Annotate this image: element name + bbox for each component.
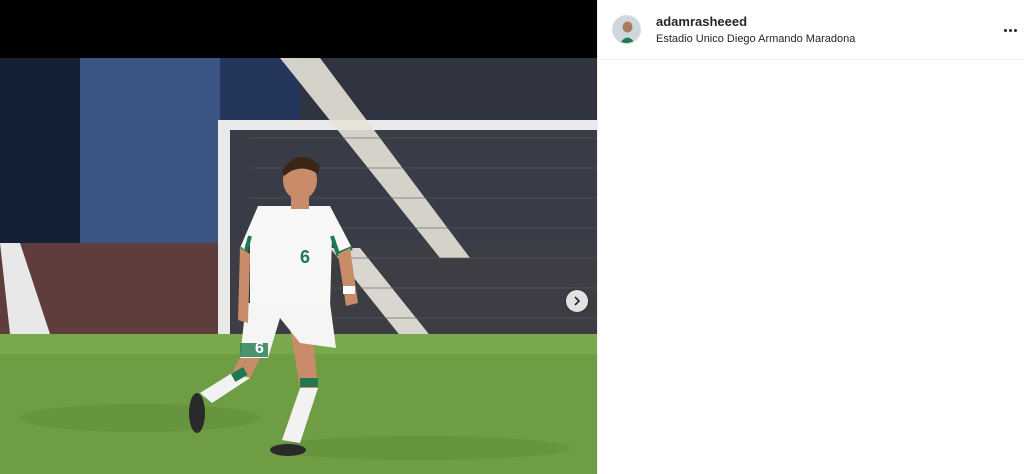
- post-header: adamrasheeed · Estadio Unico Diego Arman…: [598, 0, 1024, 60]
- shorts-number: 6: [255, 340, 264, 357]
- username-link[interactable]: adamrasheeed: [656, 14, 747, 29]
- header-separator: ·: [739, 14, 744, 29]
- avatar[interactable]: [612, 15, 641, 44]
- football-player-photo: 6 6: [0, 58, 597, 474]
- jersey-number: 6: [300, 247, 310, 267]
- chevron-right-icon: [574, 296, 581, 306]
- location-link[interactable]: Estadio Unico Diego Armando Maradona: [656, 33, 855, 45]
- next-image-button[interactable]: [566, 290, 588, 312]
- post-photo[interactable]: 6 6: [0, 58, 597, 474]
- more-options-button[interactable]: [1000, 20, 1020, 40]
- post-media-pane: 6 6: [0, 0, 597, 474]
- post-sidebar: adamrasheeed · Estadio Unico Diego Arman…: [597, 0, 1024, 474]
- profile-picture-icon: [613, 16, 640, 43]
- more-options-icon: [1003, 28, 1007, 32]
